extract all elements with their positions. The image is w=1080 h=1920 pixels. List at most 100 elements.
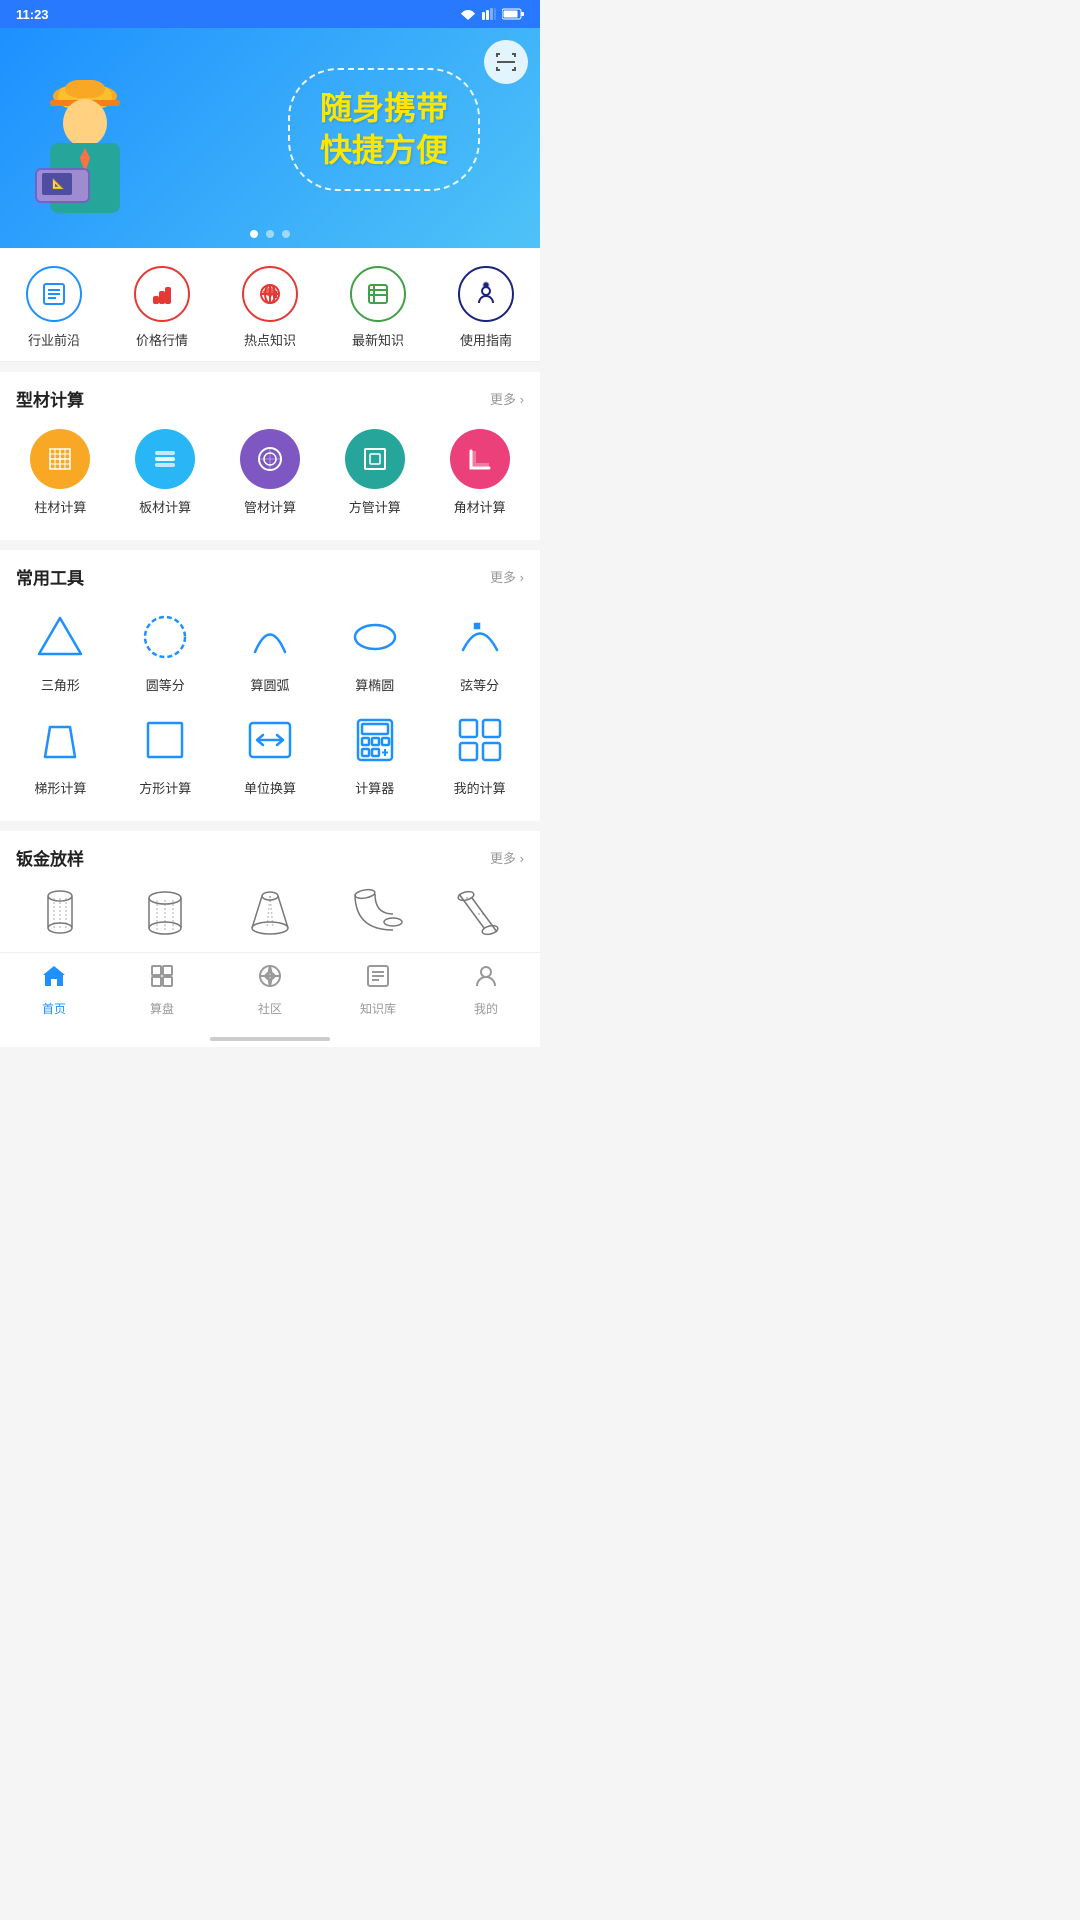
sheetmetal-section-more[interactable]: 更多 › — [490, 848, 524, 867]
abacus-nav-label: 算盘 — [150, 1000, 174, 1017]
squarepipe-icon — [345, 429, 405, 489]
icon-item-calculator[interactable]: 计算器 — [322, 702, 427, 805]
icon-item-arc[interactable]: 算圆弧 — [218, 599, 323, 702]
icon-item-trapezoid[interactable]: 梯形计算 — [8, 702, 113, 805]
icon-item-column[interactable]: 柱材计算 — [15, 421, 105, 524]
sheet-item-1[interactable] — [18, 884, 103, 940]
square-icon — [135, 710, 195, 770]
sheet-icon-5 — [452, 884, 508, 940]
price-label: 价格行情 — [136, 330, 188, 349]
mine-nav-label: 我的 — [474, 1000, 498, 1017]
trapezoid-icon — [30, 710, 90, 770]
unitconv-icon — [240, 710, 300, 770]
quick-item-guide[interactable]: 使用指南 — [446, 266, 526, 349]
tools-section-title: 常用工具 — [16, 564, 84, 589]
price-icon — [134, 266, 190, 322]
profile-section-more[interactable]: 更多 › — [490, 389, 524, 408]
square-label: 方形计算 — [139, 778, 191, 797]
icon-item-square[interactable]: 方形计算 — [113, 702, 218, 805]
sheet-item-2[interactable] — [123, 884, 208, 940]
icon-item-mycalc[interactable]: 我的计算 — [427, 702, 532, 805]
ellipse-label: 算椭圆 — [355, 675, 394, 694]
icon-item-angle[interactable]: 角材计算 — [435, 421, 525, 524]
status-bar: 11:23 — [0, 0, 540, 28]
triangle-icon — [30, 607, 90, 667]
nav-item-knowledge[interactable]: 知识库 — [338, 963, 418, 1017]
quick-item-newknowledge[interactable]: 最新知识 — [338, 266, 418, 349]
mine-nav-icon — [473, 963, 499, 996]
icon-item-pipe[interactable]: 管材计算 — [225, 421, 315, 524]
home-nav-label: 首页 — [42, 1000, 66, 1017]
chorddiv-label: 弦等分 — [460, 675, 499, 694]
column-label: 柱材计算 — [34, 497, 86, 516]
calculator-icon — [345, 710, 405, 770]
guide-label: 使用指南 — [460, 330, 512, 349]
scan-button[interactable] — [484, 40, 528, 84]
tools-icon-grid: 三角形 圆等分 算圆弧 — [0, 599, 540, 821]
nav-item-mine[interactable]: 我的 — [446, 963, 526, 1017]
banner-dot-2[interactable] — [266, 230, 274, 238]
board-label: 板材计算 — [139, 497, 191, 516]
trapezoid-label: 梯形计算 — [34, 778, 86, 797]
angle-label: 角材计算 — [454, 497, 506, 516]
bottom-nav: 首页 算盘 社区 — [0, 952, 540, 1031]
sheet-icon-2 — [137, 884, 193, 940]
triangle-label: 三角形 — [41, 675, 80, 694]
pipe-icon — [240, 429, 300, 489]
home-bar — [210, 1037, 330, 1041]
icon-item-board[interactable]: 板材计算 — [120, 421, 210, 524]
tools-section-more[interactable]: 更多 › — [490, 567, 524, 586]
sheet-icon-3 — [242, 884, 298, 940]
squarepipe-label: 方管计算 — [349, 497, 401, 516]
status-time: 11:23 — [16, 7, 49, 22]
industry-icon — [26, 266, 82, 322]
banner-dot-1[interactable] — [250, 230, 258, 238]
nav-item-abacus[interactable]: 算盘 — [122, 963, 202, 1017]
icon-item-chorddiv[interactable]: 弦等分 — [427, 599, 532, 702]
unitconv-label: 单位换算 — [244, 778, 296, 797]
profile-icon-grid: 柱材计算 板材计算 — [0, 421, 540, 540]
status-icons — [460, 8, 524, 20]
quick-item-industry[interactable]: 行业前沿 — [14, 266, 94, 349]
icon-item-squarepipe[interactable]: 方管计算 — [330, 421, 420, 524]
quick-item-price[interactable]: 价格行情 — [122, 266, 202, 349]
community-nav-icon — [257, 963, 283, 996]
sheet-icon-1 — [32, 884, 88, 940]
icon-item-triangle[interactable]: 三角形 — [8, 599, 113, 702]
icon-item-ellipse[interactable]: 算椭圆 — [322, 599, 427, 702]
pipe-label: 管材计算 — [244, 497, 296, 516]
sheet-item-3[interactable] — [227, 884, 312, 940]
hotknowledge-label: 热点知识 — [244, 330, 296, 349]
board-icon — [135, 429, 195, 489]
newknowledge-label: 最新知识 — [352, 330, 404, 349]
sheetmetal-preview — [0, 880, 540, 952]
banner-text-bubble: 随身携带 快捷方便 — [288, 68, 480, 191]
sheet-item-5[interactable] — [437, 884, 522, 940]
banner-line1: 随身携带 — [320, 88, 448, 130]
home-indicator — [0, 1031, 540, 1047]
circlediv-icon — [135, 607, 195, 667]
banner-character: 📐 — [20, 48, 150, 228]
sheetmetal-section: 钣金放样 更多 › — [0, 831, 540, 952]
home-nav-icon — [41, 963, 67, 996]
svg-text:📐: 📐 — [52, 177, 64, 190]
banner-line2: 快捷方便 — [320, 130, 448, 172]
abacus-nav-icon — [149, 963, 175, 996]
sheet-item-4[interactable] — [332, 884, 417, 940]
icon-item-unitconv[interactable]: 单位换算 — [218, 702, 323, 805]
column-icon — [30, 429, 90, 489]
banner-dot-3[interactable] — [282, 230, 290, 238]
circlediv-label: 圆等分 — [146, 675, 185, 694]
industry-label: 行业前沿 — [28, 330, 80, 349]
nav-item-home[interactable]: 首页 — [14, 963, 94, 1017]
ellipse-icon — [345, 607, 405, 667]
calculator-label: 计算器 — [355, 778, 394, 797]
icon-item-circlediv[interactable]: 圆等分 — [113, 599, 218, 702]
community-nav-label: 社区 — [258, 1000, 282, 1017]
banner: 📐 随身携带 快捷方便 — [0, 28, 540, 248]
knowledge-nav-icon — [365, 963, 391, 996]
nav-item-community[interactable]: 社区 — [230, 963, 310, 1017]
tools-section: 常用工具 更多 › 三角形 圆等分 — [0, 550, 540, 821]
quick-item-hotknowledge[interactable]: 热点知识 — [230, 266, 310, 349]
chorddiv-icon — [450, 607, 510, 667]
